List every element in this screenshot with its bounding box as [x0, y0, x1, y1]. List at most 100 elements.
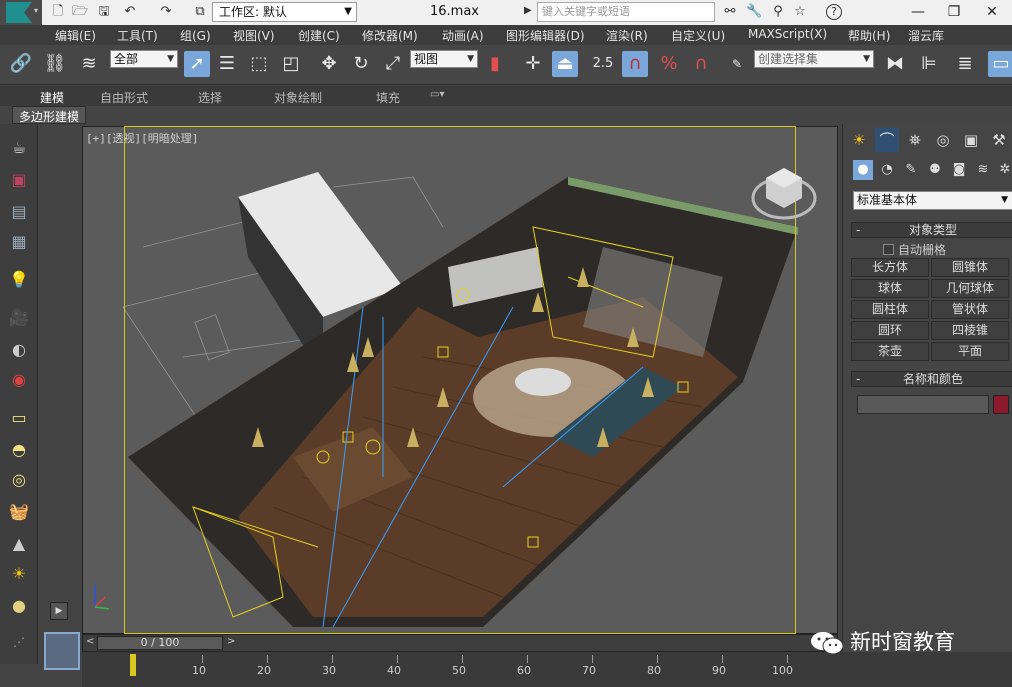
ribbon-tab-selection[interactable]: 选择 — [198, 89, 222, 106]
binoculars-icon[interactable]: ⚯ — [722, 4, 738, 20]
maximize-button[interactable]: ❐ — [934, 2, 974, 22]
percent-snap-icon[interactable]: % — [656, 51, 682, 77]
layer-manager-icon[interactable]: ≣ — [952, 51, 978, 77]
utilities-tab-icon[interactable]: ⚒ — [987, 128, 1011, 152]
mini-listener-button[interactable] — [44, 632, 80, 670]
shapes-icon[interactable]: ◔ — [877, 160, 897, 180]
mirror-icon[interactable]: ⧓ — [882, 51, 908, 77]
expand-arrow-icon[interactable]: ▶ — [524, 5, 532, 16]
reference-coordinate-dropdown[interactable]: 视图 ▼ — [410, 50, 478, 68]
object-type-rollout-header[interactable]: - 对象类型 — [851, 222, 1012, 238]
render-setup-icon[interactable]: ▤ — [7, 200, 31, 224]
grid-helper-icon[interactable]: ⋰ — [7, 630, 31, 654]
motion-tab-icon[interactable]: ◎ — [931, 128, 955, 152]
edit-named-selection-icon[interactable]: ✎ — [724, 51, 750, 77]
modify-tab-icon[interactable]: ⌒ — [875, 128, 899, 152]
teapot-button[interactable]: 茶壶 — [851, 342, 929, 361]
lights-icon[interactable]: ✎ — [901, 160, 921, 180]
primitive-category-dropdown[interactable]: 标准基本体 ▼ — [853, 191, 1012, 210]
workspace-dropdown[interactable]: 工作区: 默认 ▼ — [212, 2, 357, 22]
save-file-icon[interactable]: 🖫 — [96, 4, 112, 20]
rect-selection-region-icon[interactable]: ⬚ — [246, 51, 272, 77]
display-tab-icon[interactable]: ▣ — [959, 128, 983, 152]
plane-object-icon[interactable]: ▭ — [7, 406, 31, 430]
tube-button[interactable]: 管状体 — [931, 300, 1009, 319]
cameras-icon[interactable]: ⚉ — [925, 160, 945, 180]
search-input[interactable]: 键入关键字或短语 — [537, 2, 715, 22]
next-frame-icon[interactable]: > — [227, 636, 235, 647]
autogrid-checkbox[interactable]: 自动栅格 — [883, 241, 946, 258]
ribbon-tab-freeform[interactable]: 自由形式 — [100, 89, 148, 106]
box-button[interactable]: 长方体 — [851, 258, 929, 277]
expand-panel-button[interactable]: ▶ — [50, 602, 68, 620]
time-slider[interactable]: < 0 / 100 > — [82, 634, 838, 652]
favorite-star-icon[interactable]: ☆ — [792, 4, 808, 20]
time-slider-thumb[interactable]: 0 / 100 — [97, 636, 223, 650]
close-button[interactable]: ✕ — [972, 2, 1012, 22]
ribbon-tab-modeling[interactable]: 建模 — [40, 89, 64, 106]
teapot-icon[interactable]: ☕ — [7, 136, 31, 160]
helpers-icon[interactable]: ◙ — [949, 160, 969, 180]
menu-create[interactable]: 创建(C) — [298, 27, 340, 44]
sphere-button[interactable]: 球体 — [851, 279, 929, 298]
pyramid-button[interactable]: 四棱锥 — [931, 321, 1009, 340]
name-color-rollout-header[interactable]: - 名称和颜色 — [851, 371, 1012, 387]
ribbon-tab-object-paint[interactable]: 对象绘制 — [274, 89, 322, 106]
open-file-icon[interactable]: 🗁 — [72, 4, 88, 20]
menu-help[interactable]: 帮助(H) — [848, 27, 890, 44]
render-frame-icon[interactable]: ▦ — [7, 230, 31, 254]
menu-graph-editors[interactable]: 图形编辑器(D) — [506, 27, 585, 44]
systems-icon[interactable]: ✲ — [995, 160, 1012, 180]
selection-filter-dropdown[interactable]: 全部 ▼ — [110, 50, 178, 68]
bind-space-warp-icon[interactable]: ≋ — [76, 51, 102, 77]
prev-frame-icon[interactable]: < — [86, 636, 94, 647]
app-logo-icon[interactable]: ▾ — [0, 0, 42, 25]
polygon-modeling-tab[interactable]: 多边形建模 — [12, 106, 87, 124]
sphere-icon[interactable]: ● — [7, 594, 31, 618]
ribbon-toggle-icon[interactable]: ▭ — [988, 51, 1012, 77]
keyboard-shortcut-override-icon[interactable]: ⏏ — [552, 51, 578, 77]
space-warps-icon[interactable]: ≋ — [973, 160, 993, 180]
hierarchy-tab-icon[interactable]: ⛯ — [903, 128, 927, 152]
viewcube-icon[interactable] — [750, 160, 818, 224]
menu-views[interactable]: 视图(V) — [233, 27, 275, 44]
viewport-label[interactable]: [+][透视][明暗处理] — [86, 130, 198, 146]
cylinder-button[interactable]: 圆柱体 — [851, 300, 929, 319]
project-folder-icon[interactable]: ⧉ — [192, 4, 208, 20]
link-icon[interactable]: 🔗 — [8, 51, 34, 77]
hemisphere-icon[interactable]: ◓ — [7, 438, 31, 462]
select-move-icon[interactable]: ✥ — [316, 51, 342, 77]
select-by-name-icon[interactable]: ☰ — [214, 51, 240, 77]
ribbon-options-icon[interactable]: ▭▾ — [430, 89, 444, 100]
angle-snap-icon[interactable]: ∩ — [622, 51, 648, 77]
sphere-camera-icon[interactable]: ◐ — [7, 338, 31, 362]
render-camera-icon[interactable]: ◉ — [7, 368, 31, 392]
plane-button[interactable]: 平面 — [931, 342, 1009, 361]
connect-icon[interactable]: ⚲ — [770, 4, 786, 20]
minimize-button[interactable]: — — [898, 2, 938, 22]
ring-icon[interactable]: ◎ — [7, 468, 31, 492]
tools-icon[interactable]: 🔧 — [746, 4, 762, 20]
select-scale-icon[interactable]: ⤢ — [380, 51, 406, 77]
current-frame-marker[interactable] — [130, 654, 136, 676]
spinner-snap-icon[interactable]: ∩ — [688, 51, 714, 77]
sun-light-icon[interactable]: ☀ — [7, 562, 31, 586]
align-icon[interactable]: ⊫ — [916, 51, 942, 77]
object-name-input[interactable] — [857, 395, 989, 414]
camera-icon[interactable]: 🎥 — [7, 306, 31, 330]
cone-icon[interactable]: ▲ — [7, 532, 31, 556]
torus-button[interactable]: 圆环 — [851, 321, 929, 340]
window-crossing-icon[interactable]: ◰ — [278, 51, 304, 77]
new-file-icon[interactable]: 🗋 — [50, 4, 66, 20]
menu-modifiers[interactable]: 修改器(M) — [362, 27, 418, 44]
help-icon[interactable]: ? — [826, 4, 842, 20]
redo-icon[interactable]: ↷ — [158, 4, 174, 20]
geometry-icon[interactable]: ● — [853, 160, 873, 180]
ribbon-tab-populate[interactable]: 填充 — [376, 89, 400, 106]
create-tab-icon[interactable]: ☀ — [847, 128, 871, 152]
menu-customize[interactable]: 自定义(U) — [671, 27, 725, 44]
unlink-icon[interactable]: ⛓ — [42, 51, 68, 77]
menu-cloud-library[interactable]: 溜云库 — [908, 27, 944, 44]
menu-maxscript[interactable]: MAXScript(X) — [748, 27, 827, 41]
basket-icon[interactable]: 🧺 — [7, 500, 31, 524]
